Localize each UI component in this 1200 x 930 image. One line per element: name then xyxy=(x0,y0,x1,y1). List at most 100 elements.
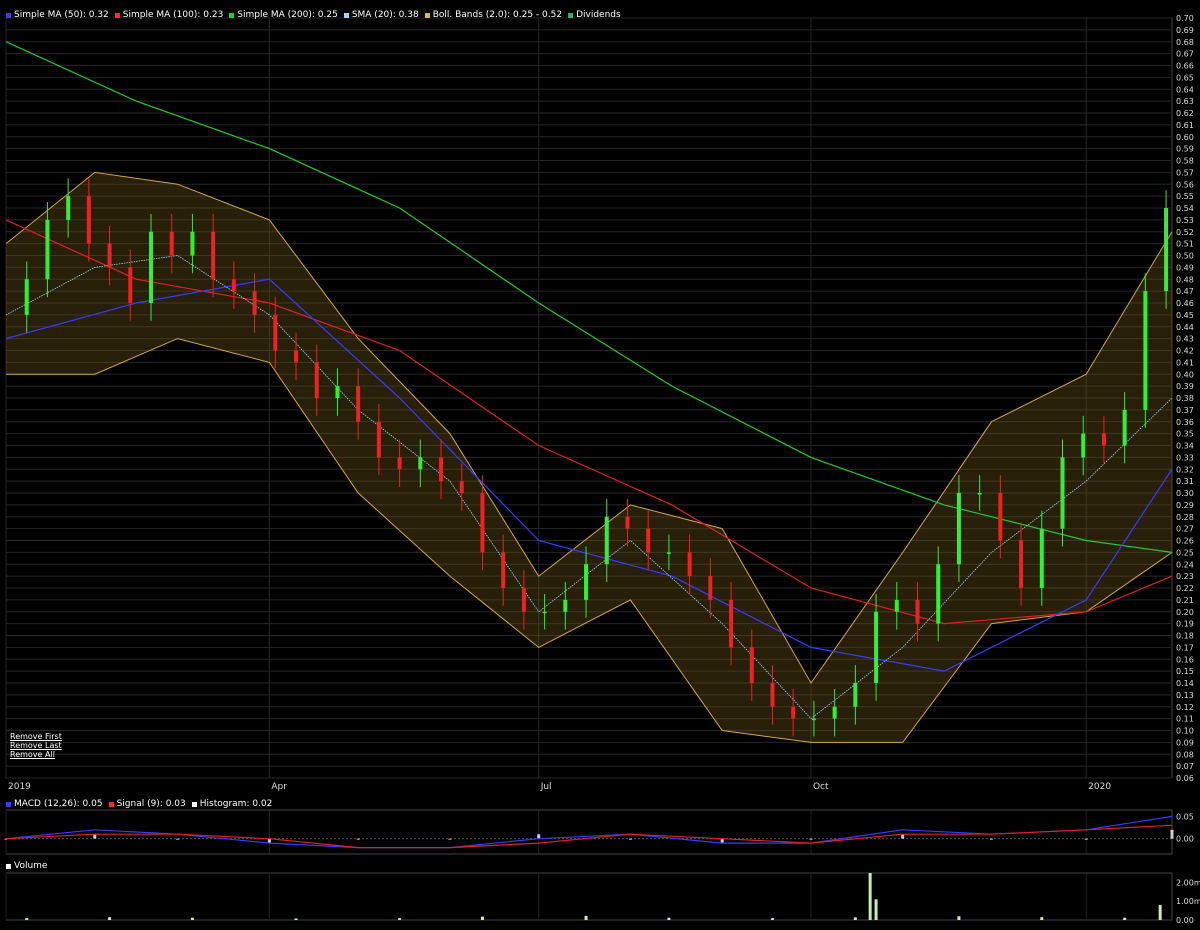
y-tick-label: 0.32 xyxy=(1176,465,1194,474)
candle-body xyxy=(708,576,713,600)
candle-body xyxy=(936,564,941,624)
remove-last-link[interactable]: Remove Last xyxy=(10,741,62,750)
volume-bar xyxy=(770,918,774,920)
volume-tick-label: 1.00m xyxy=(1176,897,1200,906)
y-tick-label: 0.59 xyxy=(1176,145,1194,154)
remove-first-link[interactable]: Remove First xyxy=(10,732,62,741)
y-tick-label: 0.58 xyxy=(1176,157,1194,166)
candle-body xyxy=(397,457,402,470)
volume-bar xyxy=(957,916,961,920)
y-tick-label: 0.10 xyxy=(1176,727,1194,736)
legend-main-swatch xyxy=(424,12,430,18)
macd-histogram-bar xyxy=(628,838,632,840)
legend-macd-item: Histogram: 0.02 xyxy=(191,799,272,809)
candle-body xyxy=(335,386,340,398)
y-tick-label: 0.38 xyxy=(1176,394,1194,403)
candle-body xyxy=(418,457,423,470)
candle-body xyxy=(107,243,112,268)
candle-body xyxy=(584,564,589,600)
x-tick-label: 2020 xyxy=(1088,782,1111,792)
volume-bar xyxy=(1158,904,1162,920)
legend-main-item: Simple MA (100): 0.23 xyxy=(114,10,223,20)
candle-body xyxy=(1122,409,1127,446)
candle-body xyxy=(1101,433,1106,446)
y-tick-label: 0.43 xyxy=(1176,335,1194,344)
candle-body xyxy=(24,279,29,315)
volume-bar xyxy=(584,915,588,920)
volume-bar xyxy=(1123,917,1127,920)
y-tick-label: 0.15 xyxy=(1176,667,1194,676)
y-tick-label: 0.29 xyxy=(1176,501,1194,510)
candle-body xyxy=(604,516,609,565)
legend-main-item: Dividends xyxy=(568,10,621,20)
y-tick-label: 0.67 xyxy=(1176,50,1194,59)
legend-main-item: SMA (20): 0.38 xyxy=(343,10,419,20)
candle-body xyxy=(625,516,630,529)
y-tick-label: 0.16 xyxy=(1176,655,1194,664)
y-tick-label: 0.47 xyxy=(1176,287,1194,296)
legend-volume-label: Volume xyxy=(14,861,48,871)
candle-body xyxy=(977,493,982,495)
macd-histogram-bar xyxy=(537,834,541,839)
candle-body xyxy=(86,196,91,244)
candle-body xyxy=(66,196,71,220)
y-tick-label: 0.25 xyxy=(1176,548,1194,557)
y-tick-label: 0.45 xyxy=(1176,311,1194,320)
y-tick-label: 0.56 xyxy=(1176,180,1194,189)
volume-panel xyxy=(5,872,1173,921)
y-tick-label: 0.19 xyxy=(1176,620,1194,629)
y-tick-label: 0.11 xyxy=(1176,715,1194,724)
y-tick-label: 0.12 xyxy=(1176,703,1194,712)
volume-bar xyxy=(667,917,671,920)
candle-body xyxy=(542,611,547,614)
y-tick-label: 0.06 xyxy=(1176,774,1194,783)
candle-body xyxy=(832,706,837,719)
y-tick-label: 0.60 xyxy=(1176,133,1194,142)
legend-main-swatch xyxy=(568,12,574,18)
remove-all-link[interactable]: Remove All xyxy=(10,750,62,759)
macd-tick-label: 0.05 xyxy=(1176,812,1194,821)
legend-macd-label: Signal (9): 0.03 xyxy=(116,799,186,809)
y-tick-label: 0.54 xyxy=(1176,204,1194,213)
y-tick-label: 0.14 xyxy=(1176,679,1194,688)
candle-body xyxy=(853,683,858,707)
candle-body xyxy=(169,231,174,256)
volume-bar xyxy=(868,873,872,920)
y-tick-label: 0.26 xyxy=(1176,537,1194,546)
volume-tick-label: 2.00m xyxy=(1176,878,1200,887)
y-tick-label: 0.42 xyxy=(1176,347,1194,356)
volume-bar xyxy=(853,917,857,920)
y-tick-label: 0.46 xyxy=(1176,299,1194,308)
candle-body xyxy=(956,493,961,565)
legend-main-swatch xyxy=(6,12,11,18)
y-tick-label: 0.30 xyxy=(1176,489,1194,498)
candle-body xyxy=(729,599,734,648)
y-tick-label: 0.23 xyxy=(1176,572,1194,581)
y-tick-label: 0.40 xyxy=(1176,370,1194,379)
candle-body xyxy=(687,552,692,577)
x-tick-label: Apr xyxy=(271,782,287,792)
candle-body xyxy=(294,350,299,363)
y-tick-label: 0.37 xyxy=(1176,406,1194,415)
y-tick-label: 0.28 xyxy=(1176,513,1194,522)
legend-volume: Volume xyxy=(6,861,47,871)
legend-macd-item: MACD (12,26): 0.05 xyxy=(6,799,103,809)
x-tick-label: 2019 xyxy=(8,782,31,792)
candle-body xyxy=(894,599,899,612)
y-tick-label: 0.48 xyxy=(1176,275,1194,284)
y-tick-label: 0.13 xyxy=(1176,691,1194,700)
candle-body xyxy=(998,493,1003,541)
legend-main-label: Simple MA (200): 0.25 xyxy=(237,10,338,20)
candle-body xyxy=(1164,208,1169,292)
legend-volume-item: Volume xyxy=(6,861,47,871)
y-tick-label: 0.39 xyxy=(1176,382,1194,391)
macd-tick-label: 0.00 xyxy=(1176,835,1194,844)
candle-body xyxy=(666,552,671,554)
y-tick-label: 0.44 xyxy=(1176,323,1194,332)
candle-body xyxy=(563,599,568,612)
y-tick-label: 0.21 xyxy=(1176,596,1194,605)
legend-main-label: Simple MA (50): 0.32 xyxy=(14,10,109,20)
y-tick-label: 0.63 xyxy=(1176,97,1194,106)
y-tick-label: 0.36 xyxy=(1176,418,1194,427)
y-tick-label: 0.61 xyxy=(1176,121,1194,130)
